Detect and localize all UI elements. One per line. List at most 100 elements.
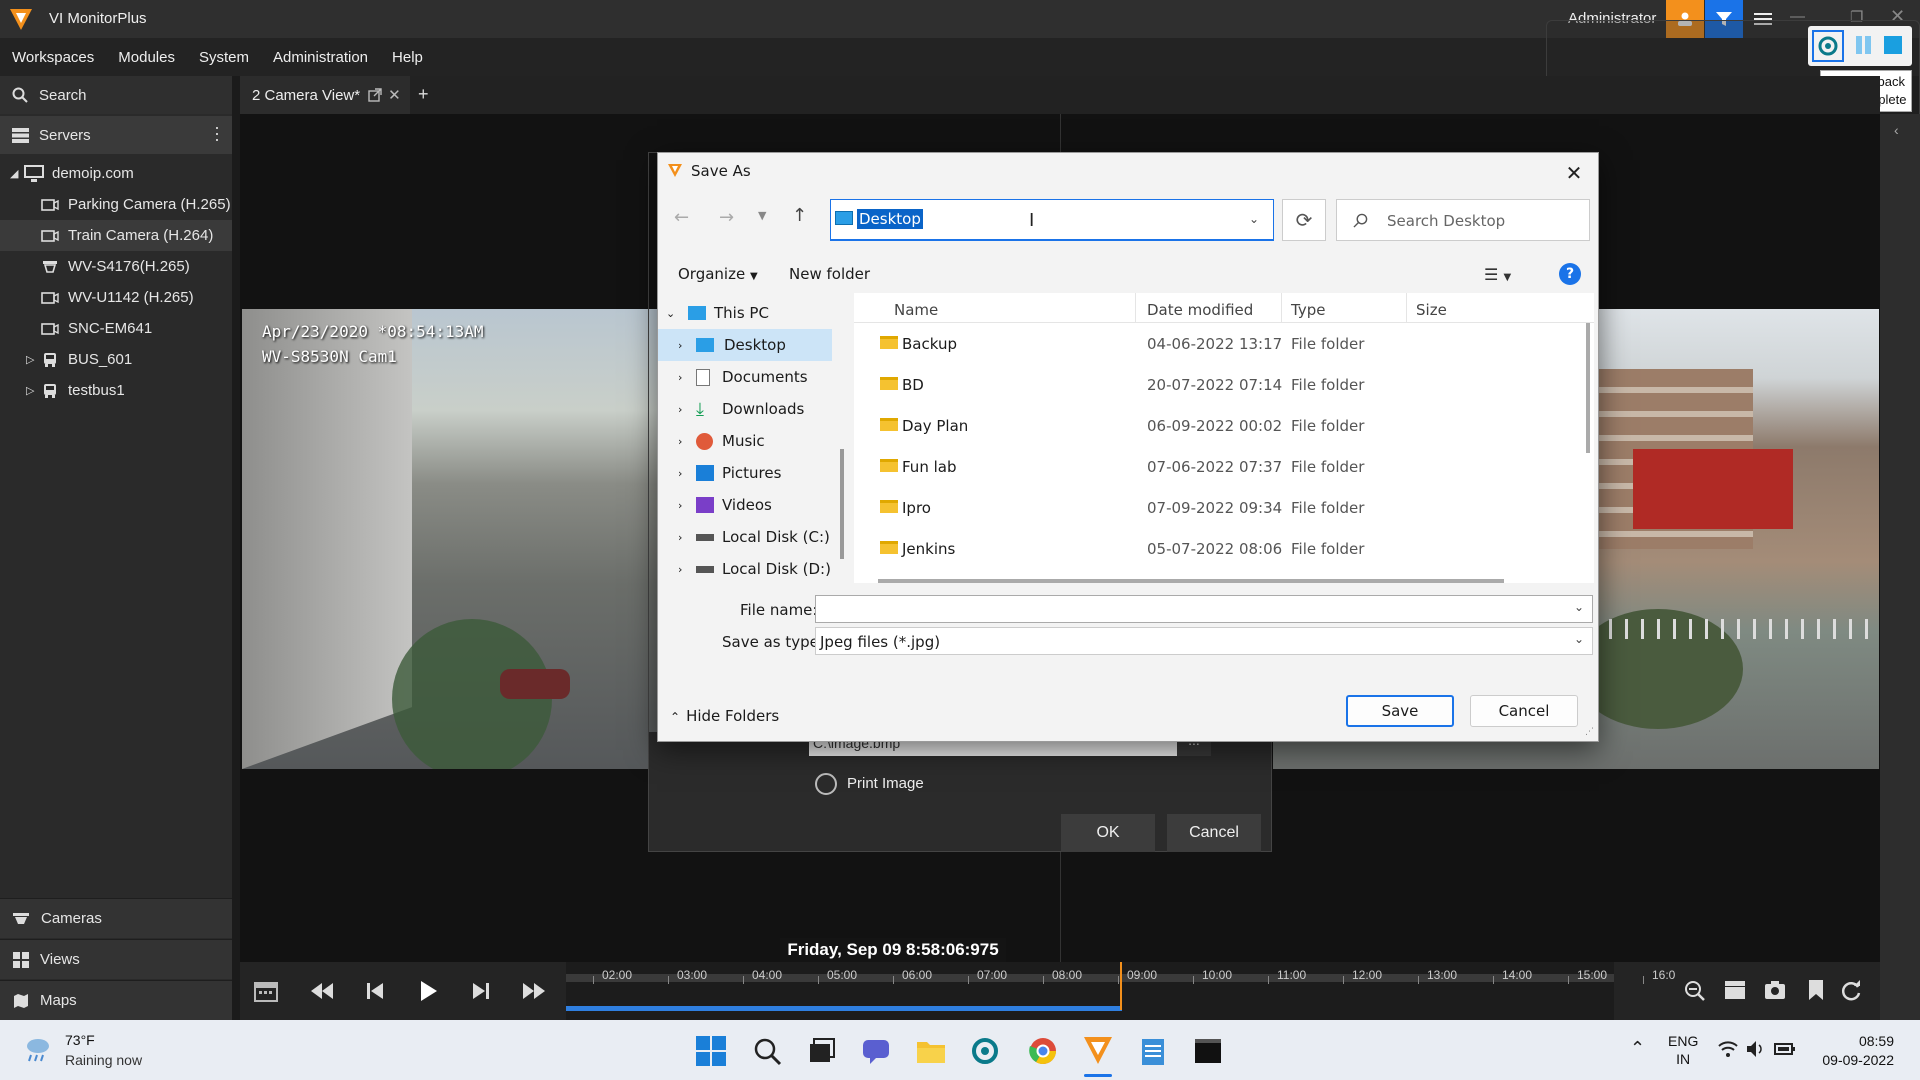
notepad-icon[interactable] bbox=[1140, 1036, 1166, 1066]
nav-downloads[interactable]: › ⤓ Downloads bbox=[678, 393, 804, 425]
up-arrow-icon[interactable]: ↑ bbox=[792, 205, 807, 226]
file-row[interactable]: Jenkins 05-07-2022 08:06 File folder bbox=[854, 528, 1594, 569]
file-row[interactable]: Fun lab 07-06-2022 07:37 File folder bbox=[854, 446, 1594, 487]
new-folder-button[interactable]: New folder bbox=[789, 265, 870, 283]
tree-server-demoip[interactable]: ◢ demoip.com bbox=[10, 158, 134, 189]
weather-icon[interactable] bbox=[22, 1034, 52, 1064]
testcomplete-taskbar-icon[interactable] bbox=[970, 1036, 1000, 1066]
task-view-icon[interactable] bbox=[808, 1038, 836, 1064]
tree-group-testbus1[interactable]: ▷ testbus1 bbox=[26, 375, 125, 406]
start-windows-icon[interactable] bbox=[696, 1036, 726, 1066]
pause-icon[interactable] bbox=[1856, 36, 1862, 54]
horizontal-scrollbar[interactable] bbox=[878, 579, 1504, 583]
nav-music[interactable]: › Music bbox=[678, 425, 765, 457]
add-tab-button[interactable]: + bbox=[418, 84, 429, 105]
search-icon[interactable] bbox=[754, 1038, 782, 1066]
menu-modules[interactable]: Modules bbox=[106, 49, 187, 66]
nav-local-disk-d[interactable]: › Local Disk (D:) bbox=[678, 553, 831, 577]
recent-dropdown-icon[interactable]: ▼ bbox=[758, 209, 766, 222]
file-row[interactable]: Ipro 07-09-2022 09:34 File folder bbox=[854, 487, 1594, 528]
file-name-input[interactable]: ⌄ bbox=[815, 595, 1593, 623]
tree-item-camera[interactable]: SNC-EM641 bbox=[41, 313, 152, 344]
nav-cameras[interactable]: Cameras bbox=[0, 898, 232, 938]
tree-group-bus601[interactable]: ▷ BUS_601 bbox=[26, 344, 132, 375]
cancel-button[interactable]: Cancel bbox=[1167, 814, 1261, 852]
nav-maps[interactable]: Maps bbox=[0, 980, 232, 1020]
nav-documents[interactable]: › Documents bbox=[678, 361, 808, 393]
file-row[interactable]: Day Plan 06-09-2022 00:02 File folder bbox=[854, 405, 1594, 446]
refresh-button[interactable]: ⟳ bbox=[1282, 199, 1326, 241]
column-date-modified[interactable]: Date modified bbox=[1147, 301, 1253, 319]
popout-icon[interactable] bbox=[368, 88, 382, 102]
column-type[interactable]: Type bbox=[1291, 301, 1325, 319]
nav-pictures[interactable]: › Pictures bbox=[678, 457, 781, 489]
snapshot-camera-icon[interactable] bbox=[1764, 980, 1786, 1000]
rewind-icon[interactable] bbox=[310, 982, 334, 1000]
dialog-close-button[interactable]: ✕ bbox=[1550, 153, 1598, 193]
hide-folders-button[interactable]: ⌃ Hide Folders bbox=[670, 707, 779, 725]
volume-icon[interactable] bbox=[1746, 1040, 1766, 1058]
address-text[interactable]: Desktop bbox=[857, 209, 923, 229]
terminal-icon[interactable] bbox=[1194, 1038, 1222, 1064]
save-type-dropdown-icon[interactable]: ⌄ bbox=[1574, 632, 1584, 646]
expand-arrow-icon[interactable]: ▷ bbox=[26, 353, 42, 366]
vertical-scrollbar[interactable] bbox=[1586, 323, 1590, 453]
view-options-icon[interactable]: ☰ ▼ bbox=[1484, 265, 1511, 284]
menu-system[interactable]: System bbox=[187, 49, 261, 66]
file-explorer-icon[interactable] bbox=[916, 1038, 946, 1064]
play-icon[interactable] bbox=[420, 980, 438, 1002]
playhead[interactable] bbox=[1120, 962, 1122, 1010]
fast-forward-icon[interactable] bbox=[522, 982, 546, 1000]
tree-item-camera[interactable]: WV-U1142 (H.265) bbox=[41, 282, 194, 313]
back-arrow-icon[interactable]: ← bbox=[674, 207, 689, 228]
file-row[interactable]: Backup 04-06-2022 13:17 File folder bbox=[854, 323, 1594, 364]
timeline-track[interactable]: 02:00 03:00 04:00 05:00 06:00 07:00 08:00 09:00… bbox=[566, 962, 1675, 1020]
testcomplete-icon[interactable] bbox=[1812, 30, 1844, 62]
cancel-button[interactable]: Cancel bbox=[1470, 695, 1578, 727]
clock[interactable]: 08:59 09-09-2022 bbox=[1814, 1032, 1894, 1070]
menu-workspaces[interactable]: Workspaces bbox=[0, 49, 106, 66]
teams-chat-icon[interactable] bbox=[862, 1038, 890, 1064]
ok-button[interactable]: OK bbox=[1061, 814, 1155, 852]
tree-item-camera[interactable]: Parking Camera (H.265) bbox=[41, 189, 231, 220]
menu-help[interactable]: Help bbox=[380, 49, 435, 66]
organize-button[interactable]: Organize ▼ bbox=[678, 265, 758, 283]
tree-item-camera[interactable]: WV-S4176(H.265) bbox=[41, 251, 190, 282]
calendar-icon[interactable] bbox=[254, 980, 278, 1002]
tree-item-camera-selected[interactable]: Train Camera (H.264) bbox=[0, 220, 232, 251]
resize-grip-icon[interactable]: ⋰ bbox=[1585, 727, 1594, 737]
nav-local-disk-c[interactable]: › Local Disk (C:) bbox=[678, 521, 830, 553]
clip-icon[interactable] bbox=[1724, 980, 1746, 1000]
help-icon[interactable]: ? bbox=[1559, 263, 1581, 285]
previous-frame-icon[interactable] bbox=[366, 982, 384, 1000]
language-indicator[interactable]: ENG IN bbox=[1668, 1032, 1698, 1068]
nav-views[interactable]: Views bbox=[0, 939, 232, 979]
print-image-radio[interactable] bbox=[815, 773, 837, 795]
nav-scrollbar[interactable] bbox=[840, 449, 844, 559]
nav-desktop[interactable]: › Desktop bbox=[658, 329, 832, 361]
nav-this-pc[interactable]: ⌄ This PC bbox=[666, 297, 769, 329]
vi-monitorplus-taskbar-icon[interactable] bbox=[1082, 1034, 1114, 1066]
collapse-arrow-icon[interactable]: ◢ bbox=[10, 167, 24, 180]
expand-arrow-icon[interactable]: ▷ bbox=[26, 384, 42, 397]
address-dropdown-icon[interactable]: ⌄ bbox=[1249, 212, 1259, 226]
save-button[interactable]: Save bbox=[1346, 695, 1454, 727]
sidebar-search[interactable]: Search bbox=[0, 76, 232, 114]
close-tab-icon[interactable]: ✕ bbox=[388, 86, 401, 104]
servers-header[interactable]: Servers · · · bbox=[0, 116, 232, 154]
battery-icon[interactable] bbox=[1774, 1040, 1796, 1058]
more-options-icon[interactable]: · · · bbox=[214, 118, 220, 148]
file-name-dropdown-icon[interactable]: ⌄ bbox=[1574, 600, 1584, 614]
next-frame-icon[interactable] bbox=[472, 982, 490, 1000]
zoom-out-icon[interactable] bbox=[1684, 980, 1706, 1002]
nav-videos[interactable]: › Videos bbox=[678, 489, 772, 521]
wifi-icon[interactable] bbox=[1718, 1040, 1738, 1058]
menu-administration[interactable]: Administration bbox=[261, 49, 380, 66]
refresh-icon[interactable] bbox=[1840, 980, 1862, 1002]
save-type-select[interactable]: Jpeg files (*.jpg) ⌄ bbox=[815, 627, 1593, 655]
collapse-panel-icon[interactable]: ‹ bbox=[1894, 122, 1899, 138]
file-row[interactable]: BD 20-07-2022 07:14 File folder bbox=[854, 364, 1594, 405]
column-name[interactable]: Name bbox=[894, 301, 938, 319]
search-box[interactable]: Search Desktop bbox=[1336, 199, 1590, 241]
tab-2-camera-view[interactable]: 2 Camera View* ✕ bbox=[240, 76, 410, 114]
